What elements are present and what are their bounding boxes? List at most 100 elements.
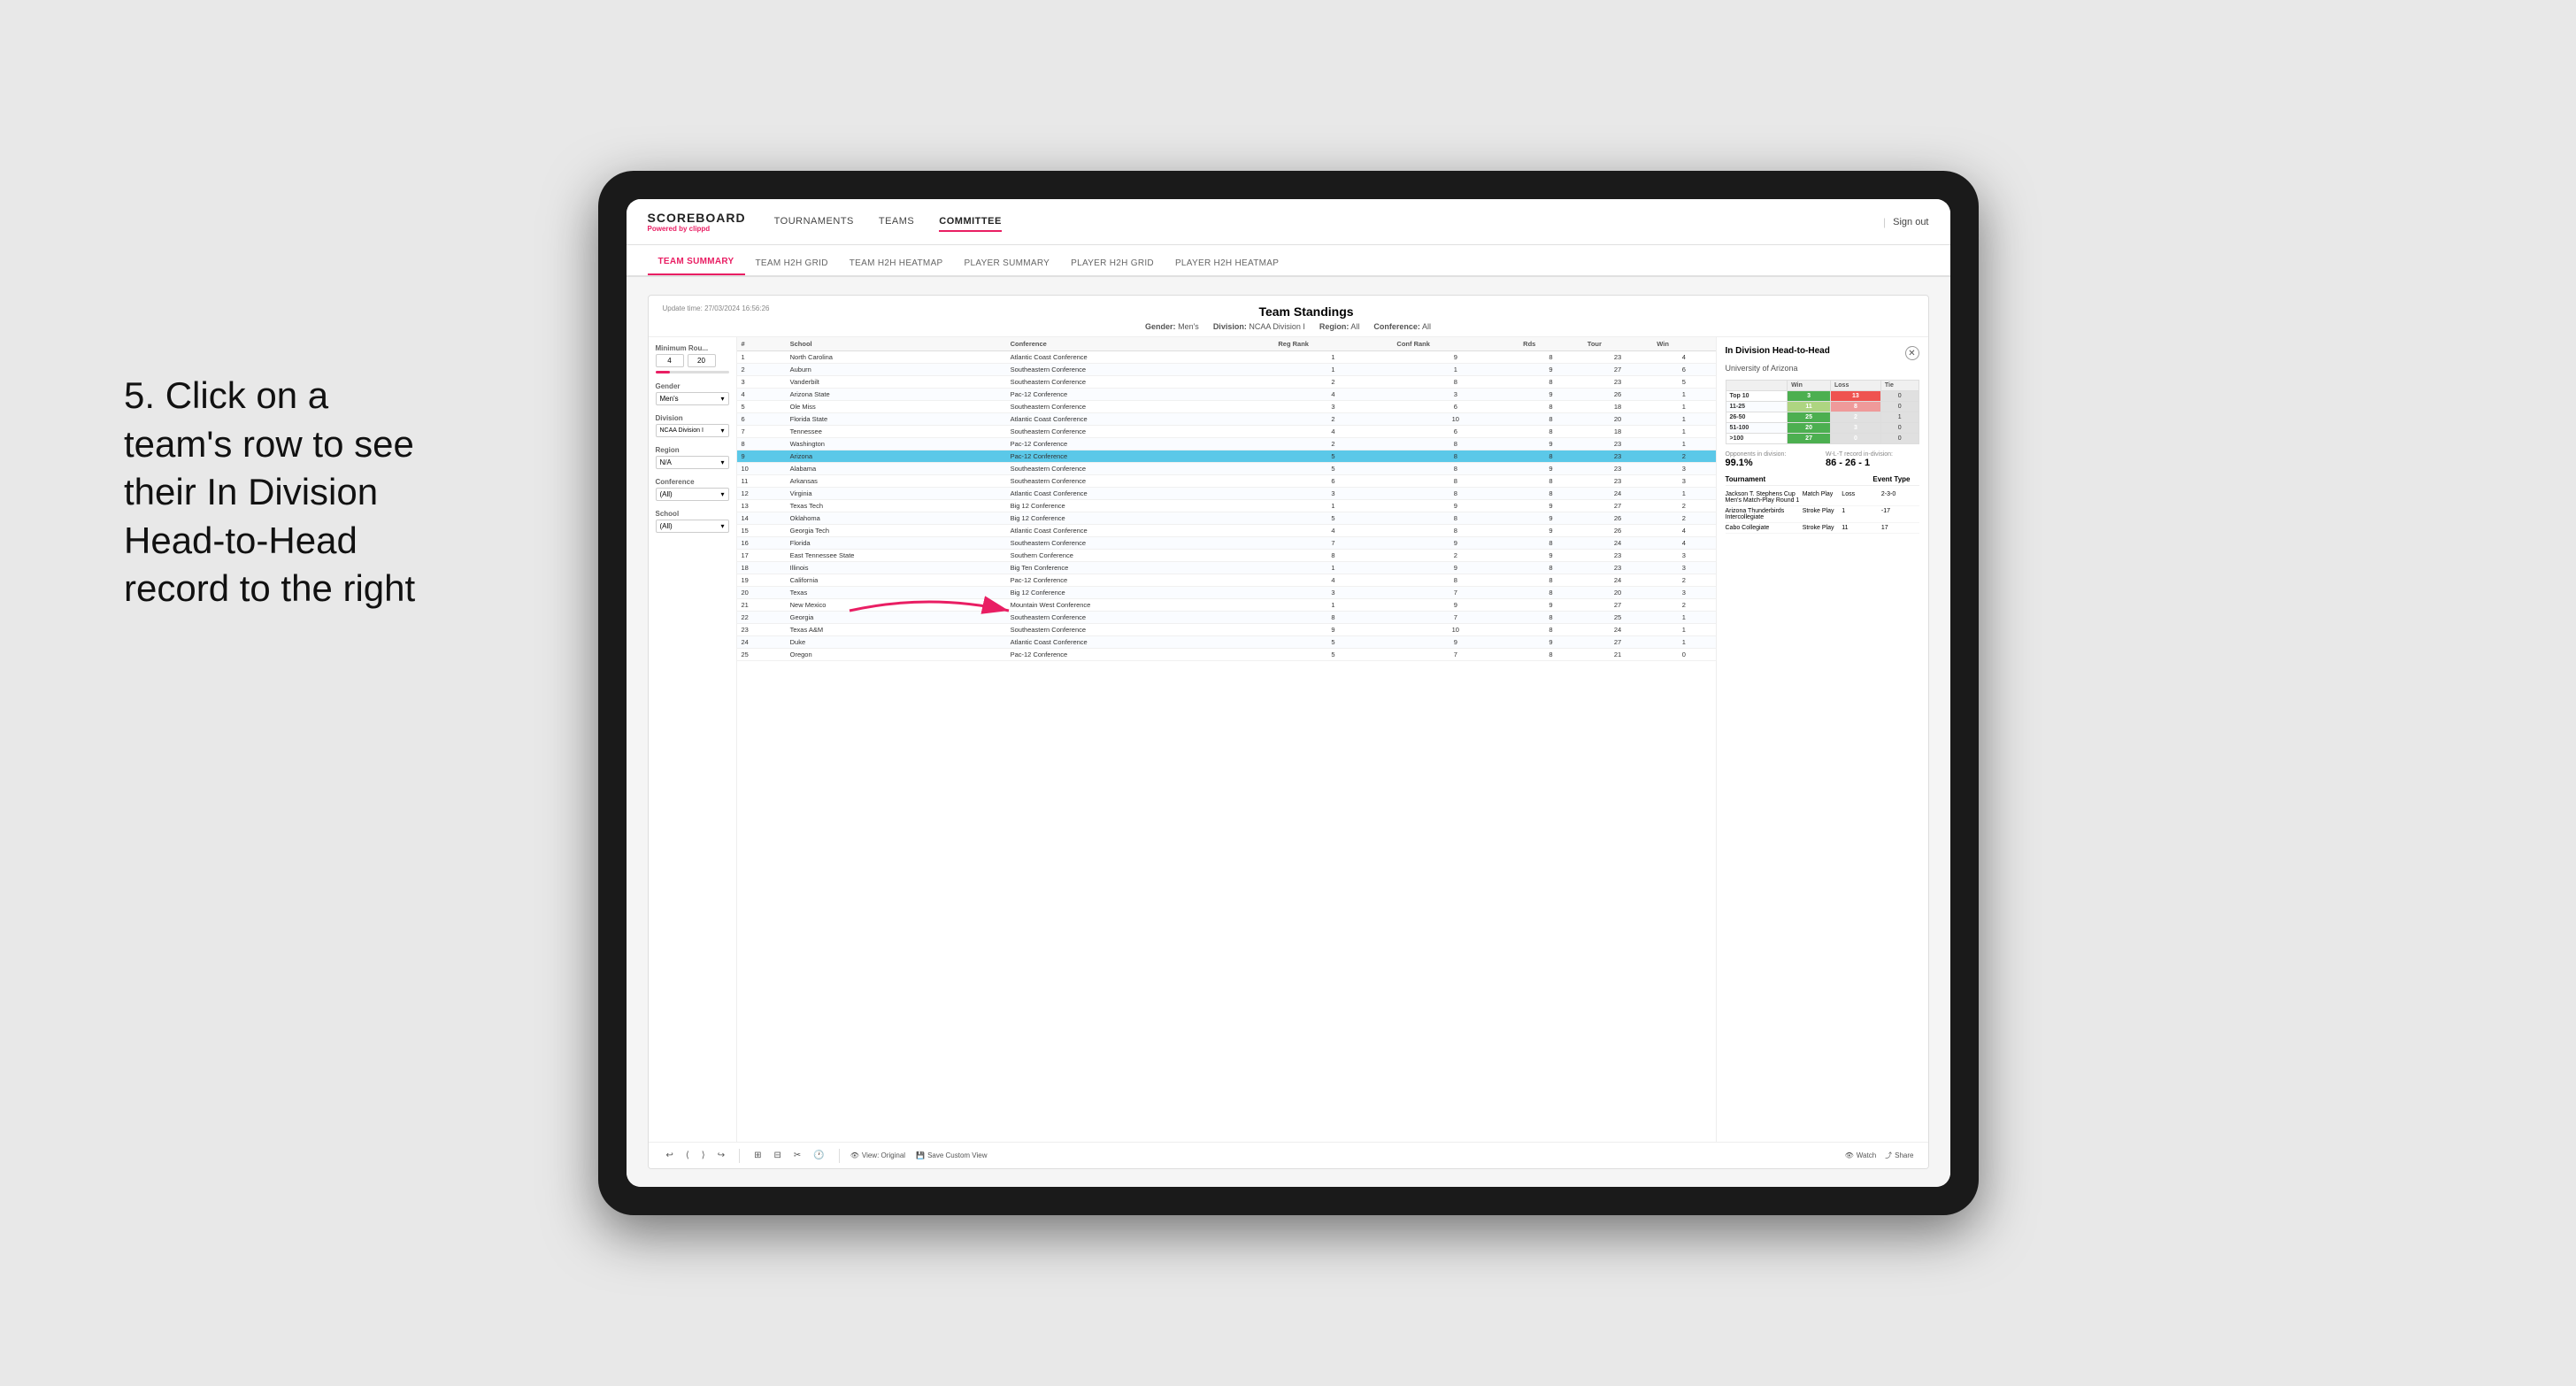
table-row[interactable]: 10 Alabama Southeastern Conference 5 8 9… [737, 463, 1716, 475]
table-row[interactable]: 7 Tennessee Southeastern Conference 4 6 … [737, 426, 1716, 438]
gender-label: Gender: Men's [1145, 322, 1199, 331]
h2h-loss-header: Loss [1831, 381, 1881, 391]
table-row[interactable]: 11 Arkansas Southeastern Conference 6 8 … [737, 475, 1716, 488]
table-row[interactable]: 19 California Pac-12 Conference 4 8 8 24… [737, 574, 1716, 587]
table-row[interactable]: 24 Duke Atlantic Coast Conference 5 9 9 … [737, 636, 1716, 649]
card-title: Team Standings [770, 304, 1843, 319]
toolbar-divider-2 [839, 1149, 840, 1163]
card-body: Minimum Rou... 4 20 Gender Men's ▾ [649, 337, 1928, 1142]
table-row[interactable]: 15 Georgia Tech Atlantic Coast Conferenc… [737, 525, 1716, 537]
nav-teams[interactable]: TEAMS [879, 212, 914, 232]
share-icon: ⤴ [1885, 1151, 1892, 1160]
max-rounds-input[interactable]: 20 [688, 354, 716, 367]
conference-select[interactable]: (All) ▾ [656, 488, 729, 501]
col-school: School [786, 337, 1006, 351]
logo-subtitle: Powered by clippd [648, 225, 746, 233]
copy-button[interactable]: ⊞ [750, 1149, 765, 1162]
clock-button[interactable]: 🕐 [810, 1149, 827, 1162]
nav-committee[interactable]: COMMITTEE [939, 212, 1002, 232]
h2h-range-row: 51-100 20 3 0 [1726, 423, 1919, 434]
share-button[interactable]: ⤴ Share [1885, 1151, 1913, 1160]
col-rds: Rds [1519, 337, 1583, 351]
undo-button[interactable]: ↩ [663, 1149, 677, 1162]
table-row[interactable]: 4 Arizona State Pac-12 Conference 4 3 9 … [737, 389, 1716, 401]
h2h-stats: Opponents in division: 99.1% W-L-T recor… [1726, 451, 1919, 468]
filter-region: Region N/A ▾ [656, 446, 729, 469]
subnav-team-h2h-heatmap[interactable]: TEAM H2H HEATMAP [839, 251, 954, 275]
subnav-player-h2h-heatmap[interactable]: PLAYER H2H HEATMAP [1165, 251, 1289, 275]
region-select[interactable]: N/A ▾ [656, 456, 729, 469]
table-row[interactable]: 14 Oklahoma Big 12 Conference 5 8 9 26 2 [737, 512, 1716, 525]
h2h-title: In Division Head-to-Head [1726, 346, 1830, 356]
table-row[interactable]: 17 East Tennessee State Southern Confere… [737, 550, 1716, 562]
h2h-opponents-stat: Opponents in division: 99.1% [1726, 451, 1819, 468]
filter-division: Division NCAA Division I ▾ [656, 414, 729, 437]
min-rounds-input[interactable]: 4 [656, 354, 684, 367]
table-row[interactable]: 12 Virginia Atlantic Coast Conference 3 … [737, 488, 1716, 500]
save-custom-view-button[interactable]: 💾 Save Custom View [916, 1151, 987, 1159]
table-row[interactable]: 9 Arizona Pac-12 Conference 5 8 8 23 2 [737, 450, 1716, 463]
subnav-player-h2h-grid[interactable]: PLAYER H2H GRID [1060, 251, 1165, 275]
sub-nav: TEAM SUMMARY TEAM H2H GRID TEAM H2H HEAT… [627, 245, 1950, 277]
col-conf-rank: Conf Rank [1392, 337, 1519, 351]
table-row[interactable]: 5 Ole Miss Southeastern Conference 3 6 8… [737, 401, 1716, 413]
table-row[interactable]: 22 Georgia Southeastern Conference 8 7 8… [737, 612, 1716, 624]
card-header: Update time: 27/03/2024 16:56:26 Team St… [649, 296, 1928, 337]
h2h-range-row: 11-25 11 8 0 [1726, 402, 1919, 412]
cut-button[interactable]: ✂ [790, 1149, 804, 1162]
eye-icon: 👁 [850, 1151, 859, 1159]
h2h-tie-header: Tie [1880, 381, 1919, 391]
col-num: # [737, 337, 786, 351]
subnav-player-summary[interactable]: PLAYER SUMMARY [954, 251, 1061, 275]
nav-tournaments[interactable]: TOURNAMENTS [774, 212, 854, 232]
table-row[interactable]: 23 Texas A&M Southeastern Conference 9 1… [737, 624, 1716, 636]
table-row[interactable]: 16 Florida Southeastern Conference 7 9 8… [737, 537, 1716, 550]
h2h-range-row: Top 10 3 13 0 [1726, 391, 1919, 402]
table-row[interactable]: 21 New Mexico Mountain West Conference 1… [737, 599, 1716, 612]
annotation-container: 5. Click on a team's row to see their In… [124, 372, 442, 613]
standings-table-area: # School Conference Reg Rank Conf Rank R… [737, 337, 1716, 1142]
subnav-team-h2h-grid[interactable]: TEAM H2H GRID [745, 251, 839, 275]
table-row[interactable]: 13 Texas Tech Big 12 Conference 1 9 9 27… [737, 500, 1716, 512]
annotation-text: 5. Click on a team's row to see their In… [124, 372, 442, 613]
table-row[interactable]: 18 Illinois Big Ten Conference 1 9 8 23 … [737, 562, 1716, 574]
table-row[interactable]: 1 North Carolina Atlantic Coast Conferen… [737, 351, 1716, 364]
tournament-row: Cabo Collegiate Stroke Play 11 17 [1726, 523, 1919, 534]
region-label: Region: All [1319, 322, 1360, 331]
conference-label: Conference: All [1373, 322, 1431, 331]
school-select[interactable]: (All) ▾ [656, 520, 729, 533]
filters-panel: Minimum Rou... 4 20 Gender Men's ▾ [649, 337, 737, 1142]
paste-button[interactable]: ⊟ [770, 1149, 784, 1162]
gender-select[interactable]: Men's ▾ [656, 392, 729, 405]
toolbar-history-group: ↩ ⟨ ⟩ ↪ [663, 1149, 729, 1162]
tournament-row: Jackson T. Stephens Cup Men's Match-Play… [1726, 489, 1919, 506]
table-row[interactable]: 8 Washington Pac-12 Conference 2 8 9 23 … [737, 438, 1716, 450]
save-icon: 💾 [916, 1151, 925, 1159]
sign-out-button[interactable]: Sign out [1893, 217, 1928, 227]
tablet-screen: SCOREBOARD Powered by clippd TOURNAMENTS… [627, 199, 1950, 1187]
watch-button[interactable]: 👁 Watch [1845, 1151, 1877, 1160]
filter-school: School (All) ▾ [656, 510, 729, 533]
table-row[interactable]: 3 Vanderbilt Southeastern Conference 2 8… [737, 376, 1716, 389]
table-row[interactable]: 25 Oregon Pac-12 Conference 5 7 8 21 0 [737, 649, 1716, 661]
h2h-close-button[interactable]: ✕ [1905, 346, 1919, 360]
h2h-range-row: 26-50 25 2 1 [1726, 412, 1919, 423]
h2h-win-header: Win [1788, 381, 1831, 391]
h2h-ranges-table: Win Loss Tie Top 10 3 13 0 11-25 11 8 0 [1726, 380, 1919, 444]
step-forward-button[interactable]: ⟩ [698, 1149, 709, 1162]
table-row[interactable]: 20 Texas Big 12 Conference 3 7 8 20 3 [737, 587, 1716, 599]
subnav-team-summary[interactable]: TEAM SUMMARY [648, 250, 745, 275]
logo-area: SCOREBOARD Powered by clippd [648, 211, 746, 233]
main-content: Update time: 27/03/2024 16:56:26 Team St… [627, 277, 1950, 1187]
toolbar-actions-group: ⊞ ⊟ ✂ 🕐 [750, 1149, 828, 1162]
top-nav: SCOREBOARD Powered by clippd TOURNAMENTS… [627, 199, 1950, 245]
view-original-button[interactable]: 👁 View: Original [850, 1151, 905, 1159]
filter-conference: Conference (All) ▾ [656, 478, 729, 501]
table-row[interactable]: 6 Florida State Atlantic Coast Conferenc… [737, 413, 1716, 426]
logo-title: SCOREBOARD [648, 211, 746, 225]
table-row[interactable]: 2 Auburn Southeastern Conference 1 1 9 2… [737, 364, 1716, 376]
h2h-tournaments-title: Tournament Event Type [1726, 475, 1919, 486]
division-select[interactable]: NCAA Division I ▾ [656, 424, 729, 437]
redo-button[interactable]: ↪ [714, 1149, 728, 1162]
step-back-button[interactable]: ⟨ [682, 1149, 693, 1162]
